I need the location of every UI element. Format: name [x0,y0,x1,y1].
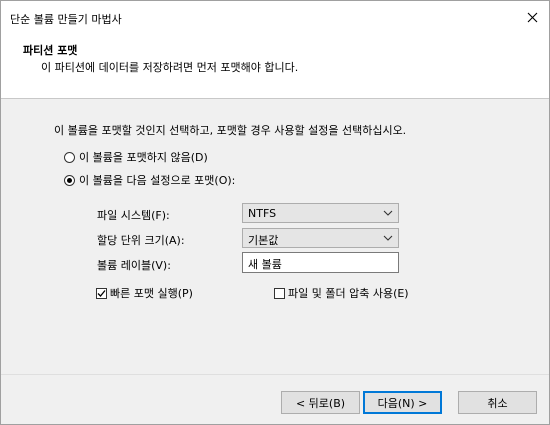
volume-label-value: 새 볼륨 [248,258,282,271]
chevron-down-icon [383,210,393,216]
chevron-down-icon [383,235,393,241]
window-title: 단순 볼륨 만들기 마법사 [10,13,122,26]
quick-format-label: 빠른 포맷 실행(P) [110,287,193,300]
close-button[interactable] [515,1,549,34]
volume-label-label: 볼륨 레이블(V): [97,259,171,272]
quick-format-checkbox[interactable]: 빠른 포맷 실행(P) [96,285,193,301]
radio-no-format-label: 이 볼륨을 포맷하지 않음(D) [79,151,208,164]
wizard-header: 파티션 포맷 이 파티션에 데이터를 저장하려면 먼저 포맷해야 합니다. [1,34,549,99]
close-icon [527,12,537,23]
footer-divider [1,374,549,375]
file-system-label: 파일 시스템(F): [97,209,170,222]
cancel-button[interactable]: 취소 [458,391,537,414]
compression-label: 파일 및 폴더 압축 사용(E) [288,287,409,300]
volume-label-input[interactable]: 새 볼륨 [242,252,399,273]
back-button-label: < 뒤로(B) [295,396,346,410]
radio-no-format-indicator[interactable] [64,151,75,163]
radio-format[interactable]: 이 볼륨을 다음 설정으로 포맷(O): [64,172,235,188]
file-system-value: NTFS [248,207,277,220]
page-title: 파티션 포맷 [23,44,78,57]
checkmark-icon [97,289,106,297]
instruction-text: 이 볼륨을 포맷할 것인지 선택하고, 포맷할 경우 사용할 설정을 선택하십시… [54,124,407,137]
allocation-unit-select[interactable]: 기본값 [242,228,399,248]
radio-format-indicator[interactable] [64,174,75,186]
wizard-window: 단순 볼륨 만들기 마법사 파티션 포맷 이 파티션에 데이터를 저장하려면 먼… [0,0,550,425]
back-button[interactable]: < 뒤로(B) [281,391,360,414]
allocation-unit-value: 기본값 [248,234,279,247]
next-button-label: 다음(N) > [377,396,428,410]
file-system-select[interactable]: NTFS [242,203,399,223]
cancel-button-label: 취소 [487,396,508,410]
quick-format-check-indicator[interactable] [96,287,107,299]
allocation-unit-label: 할당 단위 크기(A): [97,234,185,247]
radio-format-label: 이 볼륨을 다음 설정으로 포맷(O): [79,174,236,187]
page-description: 이 파티션에 데이터를 저장하려면 먼저 포맷해야 합니다. [41,61,299,74]
compression-checkbox[interactable]: 파일 및 폴더 압축 사용(E) [274,285,409,301]
title-bar: 단순 볼륨 만들기 마법사 [1,1,549,34]
compression-check-indicator[interactable] [274,287,285,299]
next-button[interactable]: 다음(N) > [363,391,442,414]
radio-no-format[interactable]: 이 볼륨을 포맷하지 않음(D) [64,149,208,165]
